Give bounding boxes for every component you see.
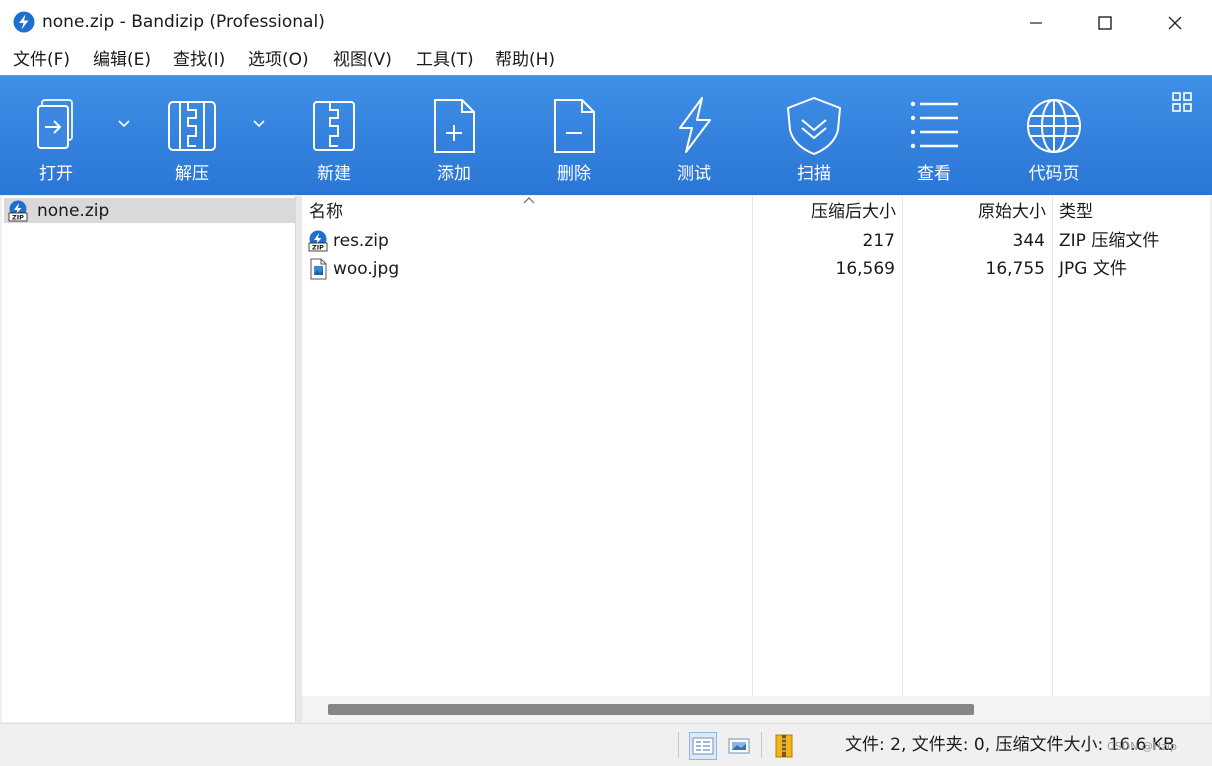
delete-button[interactable]: 删除 — [529, 76, 619, 194]
delete-file-icon — [554, 99, 595, 153]
bandizip-logo-icon — [13, 11, 35, 33]
column-header-type[interactable]: 类型 — [1059, 201, 1093, 223]
status-divider — [761, 732, 762, 758]
add-button[interactable]: 添加 — [409, 76, 499, 194]
compressed-size: 16,569 — [835, 259, 895, 279]
tree-item-label: none.zip — [37, 201, 110, 221]
archive-zipper-icon — [775, 734, 793, 758]
file-name: res.zip — [333, 231, 389, 251]
minimize-icon — [1030, 21, 1042, 24]
window-title: none.zip - Bandizip (Professional) — [42, 12, 325, 32]
add-file-icon — [434, 99, 475, 153]
view-label: 查看 — [917, 164, 951, 184]
open-archive-icon — [37, 99, 73, 149]
column-header-compressed-size[interactable]: 压缩后大小 — [802, 201, 896, 223]
codepage-button[interactable]: 代码页 — [1009, 76, 1099, 194]
close-icon — [1168, 16, 1182, 29]
scan-label: 扫描 — [797, 164, 831, 184]
image-file-icon — [310, 258, 327, 280]
horizontal-scrollbar[interactable] — [302, 696, 1210, 722]
scan-shield-icon — [787, 97, 841, 155]
chevron-down-icon — [253, 120, 265, 128]
table-row[interactable]: ZIP res.zip 217 344 ZIP 压缩文件 — [302, 227, 1210, 255]
zip-archive-icon: ZIP — [8, 200, 28, 222]
close-button[interactable] — [1152, 0, 1198, 45]
view-button[interactable]: 查看 — [889, 76, 979, 194]
codepage-globe-icon — [1027, 99, 1081, 153]
compressed-size: 217 — [862, 231, 895, 251]
sort-ascending-icon — [523, 197, 535, 204]
preview-view-button[interactable] — [725, 732, 753, 760]
svg-text:ZIP: ZIP — [12, 214, 24, 222]
svg-text:ZIP: ZIP — [312, 244, 324, 252]
table-row[interactable]: woo.jpg 16,569 16,755 JPG 文件 — [302, 255, 1210, 283]
file-name: woo.jpg — [333, 259, 400, 279]
archive-info-button[interactable] — [770, 732, 798, 760]
menu-help[interactable]: 帮助(H) — [494, 48, 556, 72]
minimize-button[interactable] — [1013, 0, 1059, 45]
test-label: 测试 — [677, 164, 711, 184]
chevron-down-icon — [118, 120, 130, 128]
delete-label: 删除 — [557, 164, 591, 184]
details-view-icon — [692, 737, 714, 755]
open-dropdown[interactable] — [114, 112, 134, 136]
menu-view[interactable]: 视图(V) — [332, 48, 393, 72]
title-bar: none.zip - Bandizip (Professional) — [0, 0, 1212, 45]
zip-archive-icon: ZIP — [308, 230, 328, 252]
preview-view-icon — [728, 738, 750, 754]
test-lightning-icon — [679, 97, 711, 153]
tree-item-none-zip[interactable]: ZIP none.zip — [4, 198, 296, 223]
menu-edit[interactable]: 编辑(E) — [92, 48, 152, 72]
view-list-icon — [910, 101, 958, 149]
menu-tools[interactable]: 工具(T) — [415, 48, 475, 72]
open-button[interactable]: 打开 — [11, 76, 101, 194]
layout-grid-icon[interactable] — [1170, 90, 1194, 114]
file-list: 名称 压缩后大小 原始大小 类型 ZIP res.zip 217 344 ZIP… — [302, 196, 1210, 722]
file-type: JPG 文件 — [1059, 259, 1127, 279]
file-type: ZIP 压缩文件 — [1059, 231, 1160, 251]
watermark: CSDN @Hzip — [1107, 740, 1177, 753]
extract-label: 解压 — [175, 164, 209, 184]
new-archive-label: 新建 — [317, 164, 351, 184]
menu-find[interactable]: 查找(I) — [172, 48, 226, 72]
scrollbar-thumb[interactable] — [328, 704, 974, 715]
menu-file[interactable]: 文件(F) — [12, 48, 71, 72]
test-button[interactable]: 测试 — [649, 76, 739, 194]
maximize-button[interactable] — [1082, 0, 1128, 45]
details-view-button[interactable] — [689, 732, 717, 760]
column-header-original-size[interactable]: 原始大小 — [952, 201, 1046, 223]
original-size: 16,755 — [985, 259, 1045, 279]
add-label: 添加 — [437, 164, 471, 184]
open-label: 打开 — [39, 164, 73, 184]
extract-button[interactable]: 解压 — [147, 76, 237, 194]
scan-button[interactable]: 扫描 — [769, 76, 859, 194]
toolbar: 打开 解压 新建 添加 删除 测试 扫描 查看 代码页 — [0, 75, 1212, 195]
status-bar: 文件: 2, 文件夹: 0, 压缩文件大小: 16.6 KB CSDN @Hzi… — [0, 723, 1212, 766]
menu-options[interactable]: 选项(O) — [247, 48, 310, 72]
codepage-label: 代码页 — [1028, 164, 1080, 184]
new-archive-button[interactable]: 新建 — [289, 76, 379, 194]
column-header-name-label: 名称 — [309, 202, 343, 222]
new-archive-icon — [313, 101, 355, 151]
extract-icon — [168, 101, 216, 151]
maximize-icon — [1098, 15, 1112, 30]
archive-tree-panel: ZIP none.zip — [2, 196, 296, 722]
extract-dropdown[interactable] — [249, 112, 269, 136]
menu-bar: 文件(F) 编辑(E) 查找(I) 选项(O) 视图(V) 工具(T) 帮助(H… — [0, 45, 1212, 75]
status-divider — [678, 732, 679, 758]
original-size: 344 — [1012, 231, 1045, 251]
